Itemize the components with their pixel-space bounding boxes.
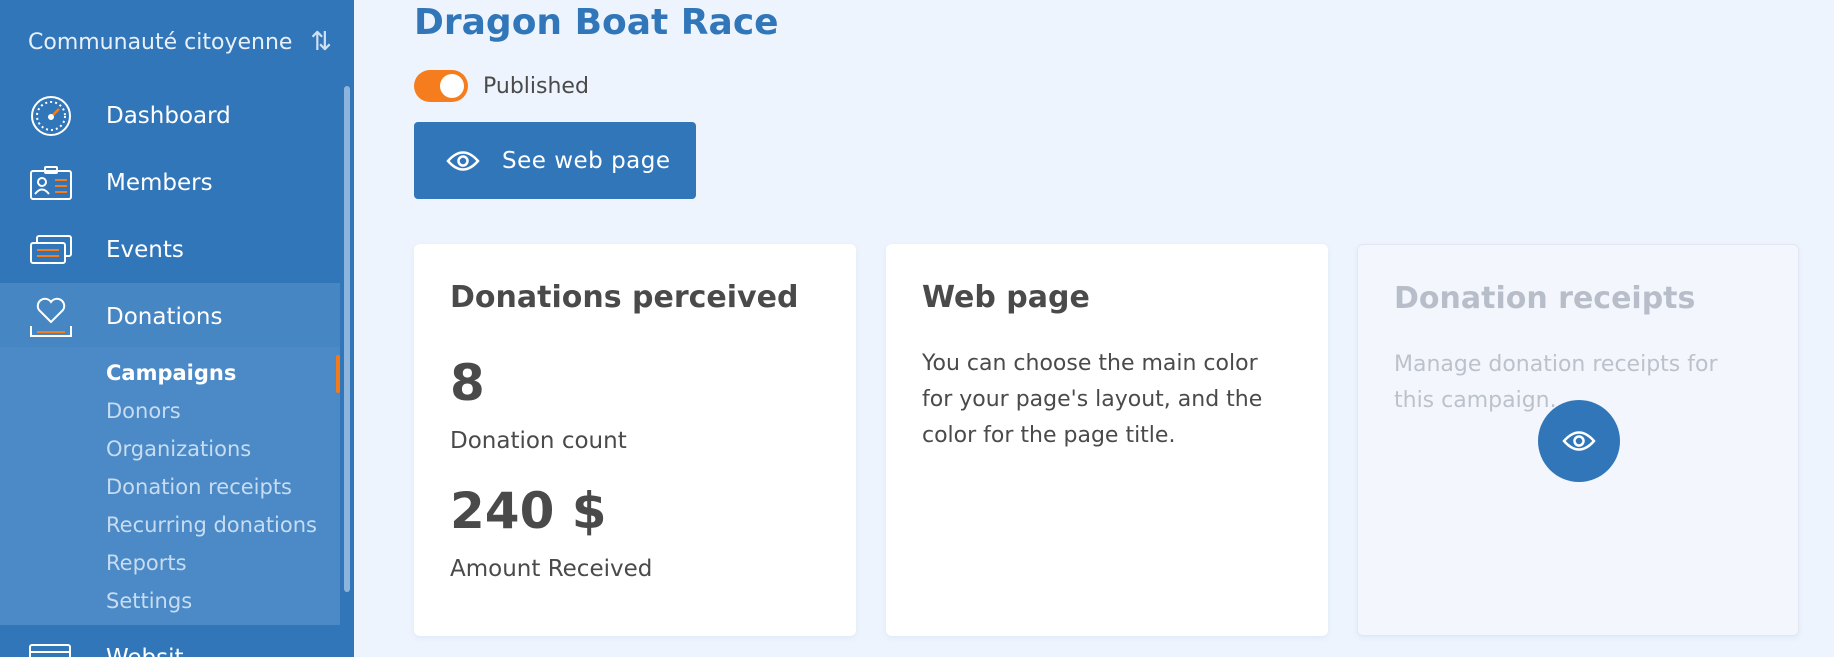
sidebar-item-website[interactable]: Websit — [0, 625, 340, 657]
see-web-page-label: See web page — [502, 147, 671, 174]
sidebar-item-label: Events — [106, 237, 184, 263]
speedometer-icon — [28, 93, 74, 139]
sidebar-item-events[interactable]: Events — [0, 216, 340, 284]
sidebar-item-label: Members — [106, 170, 213, 196]
organization-switcher[interactable]: Communauté citoyenne ⇅ — [28, 24, 338, 60]
member-card-icon — [28, 160, 74, 206]
browser-window-icon — [28, 643, 72, 657]
card-title: Donation receipts — [1394, 281, 1696, 316]
published-label: Published — [483, 73, 589, 99]
card-description: You can choose the main color for your p… — [922, 351, 1263, 448]
view-receipts-button[interactable] — [1538, 400, 1620, 482]
active-indicator — [336, 355, 340, 393]
amount-received-value: 240 $ — [450, 482, 607, 540]
submenu-item-reports[interactable]: Reports — [106, 551, 187, 575]
see-web-page-button[interactable]: See web page — [414, 122, 696, 199]
page-title: Dragon Boat Race — [414, 2, 779, 43]
published-toggle[interactable] — [414, 70, 468, 102]
submenu-item-recurring-donations[interactable]: Recurring donations — [106, 513, 317, 537]
donation-count-label: Donation count — [450, 428, 627, 454]
submenu-item-donors[interactable]: Donors — [106, 399, 181, 423]
card-title: Web page — [922, 280, 1090, 315]
eye-icon — [446, 150, 480, 172]
sidebar-item-label: Dashboard — [106, 103, 231, 129]
tickets-icon — [28, 227, 74, 273]
sidebar-item-members[interactable]: Members — [0, 149, 340, 217]
donations-perceived-card: Donations perceived 8 Donation count 240… — [414, 244, 856, 636]
heart-hand-icon — [28, 294, 74, 340]
sidebar-item-label: Websit — [106, 645, 184, 657]
sidebar-item-dashboard[interactable]: Dashboard — [0, 82, 340, 150]
donation-count-value: 8 — [450, 354, 485, 412]
submenu-item-organizations[interactable]: Organizations — [106, 437, 251, 461]
donations-submenu: Campaigns Donors Organizations Donation … — [0, 347, 340, 625]
submenu-item-campaigns[interactable]: Campaigns — [106, 361, 236, 385]
amount-received-label: Amount Received — [450, 556, 653, 582]
swap-arrows-icon[interactable]: ⇅ — [310, 27, 332, 57]
donation-receipts-card[interactable]: Donation receipts Manage donation receip… — [1357, 244, 1799, 636]
sidebar-item-donations[interactable]: Donations — [0, 283, 340, 351]
organization-name: Communauté citoyenne — [28, 29, 293, 55]
web-page-card[interactable]: Web page You can choose the main color f… — [886, 244, 1328, 636]
submenu-item-settings[interactable]: Settings — [106, 589, 192, 613]
card-title: Donations perceived — [450, 280, 799, 315]
sidebar-item-label: Donations — [106, 304, 223, 330]
published-toggle-row: Published — [414, 70, 589, 102]
sidebar-scrollbar[interactable] — [344, 86, 350, 592]
toggle-knob — [440, 74, 464, 98]
eye-icon — [1562, 430, 1596, 452]
submenu-item-donation-receipts[interactable]: Donation receipts — [106, 475, 292, 499]
sidebar: Communauté citoyenne ⇅ Dashboard Members… — [0, 0, 354, 657]
